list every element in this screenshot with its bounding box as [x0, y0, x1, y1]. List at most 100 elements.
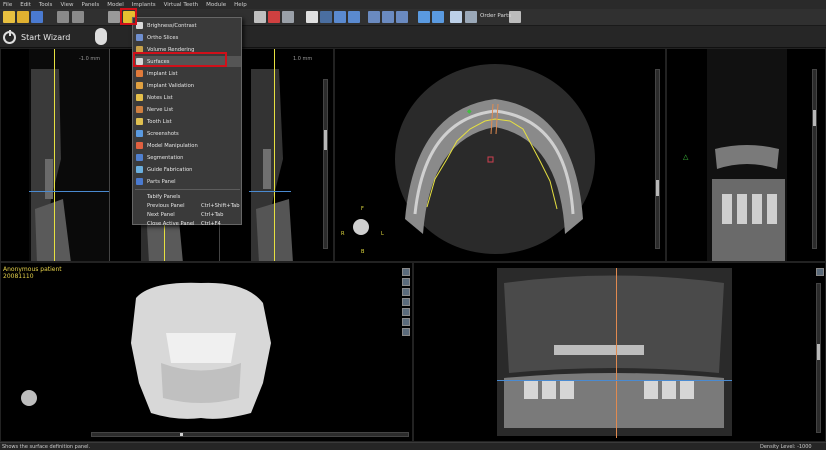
cross-horizontal-line-1	[29, 191, 109, 192]
3d-head-orientation-icon[interactable]	[21, 390, 37, 406]
3d-tool-5-icon[interactable]	[402, 308, 410, 316]
cross-section-scroll-thumb[interactable]	[324, 130, 327, 150]
menu-item-label: Segmentation	[147, 154, 184, 161]
menu-item-label: Previous Panel	[147, 202, 185, 209]
menu-model[interactable]: Model	[107, 2, 124, 8]
menu-item-nerve-list[interactable]: Nerve List	[134, 104, 241, 115]
menu-panels[interactable]: Panels	[82, 2, 100, 8]
model-icon	[136, 142, 143, 149]
3d-panel[interactable]: Anonymous patient 20081110	[0, 262, 413, 442]
measure-icon[interactable]	[368, 11, 380, 23]
cloud-upload-icon[interactable]	[450, 11, 462, 23]
protractor-icon[interactable]	[396, 11, 408, 23]
pointer-icon[interactable]	[108, 11, 120, 23]
angle-icon[interactable]	[382, 11, 394, 23]
panoramic-panel[interactable]	[413, 262, 826, 442]
power-icon	[3, 29, 16, 44]
tangential-scroll-thumb[interactable]	[813, 110, 816, 126]
menu-item-shortcut: Ctrl+F4	[201, 220, 221, 227]
menu-file[interactable]: File	[3, 2, 12, 8]
tooth-tool-icon[interactable]	[254, 11, 266, 23]
reset-view-icon[interactable]	[432, 11, 444, 23]
3d-tool-4-icon[interactable]	[402, 298, 410, 306]
menu-item-notes-list[interactable]: Notes List	[134, 92, 241, 103]
svg-text:◆: ◆	[467, 108, 472, 115]
menu-help[interactable]: Help	[234, 2, 247, 8]
tangential-scrollbar[interactable]	[812, 69, 817, 249]
menu-item-label: Brighness/Contrast	[147, 22, 197, 29]
open-folder-icon[interactable]	[17, 11, 29, 23]
3d-side-toolbar	[402, 268, 411, 338]
menu-item-segmentation[interactable]: Segmentation	[134, 152, 241, 163]
menu-item-label: Implant Validation	[147, 82, 195, 89]
zoom-icon[interactable]	[334, 11, 346, 23]
orient-front: F	[361, 206, 364, 212]
implant-tool-icon[interactable]	[282, 11, 294, 23]
undo-icon[interactable]	[57, 11, 69, 23]
cross-divider-1	[109, 49, 110, 261]
menu-item-label: Tabify Panels	[147, 193, 181, 200]
menu-item-label: Implant List	[147, 70, 178, 77]
3d-tool-6-icon[interactable]	[402, 318, 410, 326]
panoramic-scroll-thumb[interactable]	[817, 344, 820, 360]
menu-item-label: Tooth List	[147, 118, 172, 125]
order-parts-icon[interactable]	[465, 11, 477, 23]
menu-item-screenshots[interactable]: Screenshots	[134, 128, 241, 139]
redo-icon[interactable]	[72, 11, 84, 23]
panoramic-scrollbar[interactable]	[816, 283, 821, 433]
axial-panel[interactable]: ◆ F R L B	[334, 48, 666, 262]
pano-tool-1-icon[interactable]	[816, 268, 824, 276]
3d-slider-thumb[interactable]	[180, 433, 183, 436]
orient-right: R	[341, 231, 345, 237]
menu-item-parts-panel[interactable]: Parts Panel	[134, 176, 241, 187]
contrast-icon[interactable]	[306, 11, 318, 23]
menu-tools[interactable]: Tools	[39, 2, 53, 8]
move-icon[interactable]	[348, 11, 360, 23]
wizard-bar: Start Wizard	[0, 26, 826, 48]
orient-back: B	[361, 249, 365, 255]
menu-implants[interactable]: Implants	[132, 2, 156, 8]
3d-tool-3-icon[interactable]	[402, 288, 410, 296]
menu-virtual-teeth[interactable]: Virtual Teeth	[164, 2, 199, 8]
menu-item-implant-validation[interactable]: Implant Validation	[134, 80, 241, 91]
menu-item-guide-fabrication[interactable]: Guide Fabrication	[134, 164, 241, 175]
3d-tool-1-icon[interactable]	[402, 268, 410, 276]
new-file-icon[interactable]	[3, 11, 15, 23]
cross-left-mm: -1.0 mm	[79, 56, 101, 62]
orient-left: L	[381, 231, 384, 237]
implant-list-icon	[136, 70, 143, 77]
menu-edit[interactable]: Edit	[20, 2, 31, 8]
menu-item-model-manipulation[interactable]: Model Manipulation	[134, 140, 241, 151]
menu-item-shortcut: Ctrl+Shift+Tab	[201, 202, 240, 209]
pan-icon[interactable]	[320, 11, 332, 23]
menu-item-close-active-panel[interactable]: Close Active Panel Ctrl+F4	[134, 218, 241, 229]
mouse-icon	[95, 28, 107, 45]
axial-scroll-thumb[interactable]	[656, 180, 659, 196]
start-wizard-button[interactable]: Start Wizard	[3, 28, 70, 46]
cross-slice-line-3	[274, 49, 275, 261]
surfaces-item-highlight	[133, 52, 227, 67]
order-parts-label[interactable]: Order Parts	[480, 13, 511, 19]
3d-tool-2-icon[interactable]	[402, 278, 410, 286]
menu-item-brightness[interactable]: Brighness/Contrast	[134, 20, 241, 31]
cross-section-scrollbar[interactable]	[323, 79, 328, 249]
status-message: Shows the surface definition panel.	[2, 444, 91, 450]
menu-item-ortho-slices[interactable]: Ortho Slices	[134, 32, 241, 43]
menu-item-label: Model Manipulation	[147, 142, 198, 149]
menu-module[interactable]: Module	[206, 2, 226, 8]
rotate-icon[interactable]	[418, 11, 430, 23]
save-icon[interactable]	[31, 11, 43, 23]
panoramic-slice-line	[616, 268, 617, 438]
tangential-panel[interactable]: △	[666, 48, 826, 262]
menu-item-tooth-list[interactable]: Tooth List	[134, 116, 241, 127]
menu-view[interactable]: View	[60, 2, 73, 8]
cross-right-mm: 1.0 mm	[293, 56, 313, 62]
head-orientation-icon[interactable]	[353, 219, 369, 235]
menu-item-implant-list[interactable]: Implant List	[134, 68, 241, 79]
3d-horizontal-slider[interactable]	[91, 432, 409, 437]
ortho-slices-icon	[136, 34, 143, 41]
nerve-tool-icon[interactable]	[268, 11, 280, 23]
brightness-icon	[136, 22, 143, 29]
axial-scrollbar[interactable]	[655, 69, 660, 249]
3d-tool-7-icon[interactable]	[402, 328, 410, 336]
